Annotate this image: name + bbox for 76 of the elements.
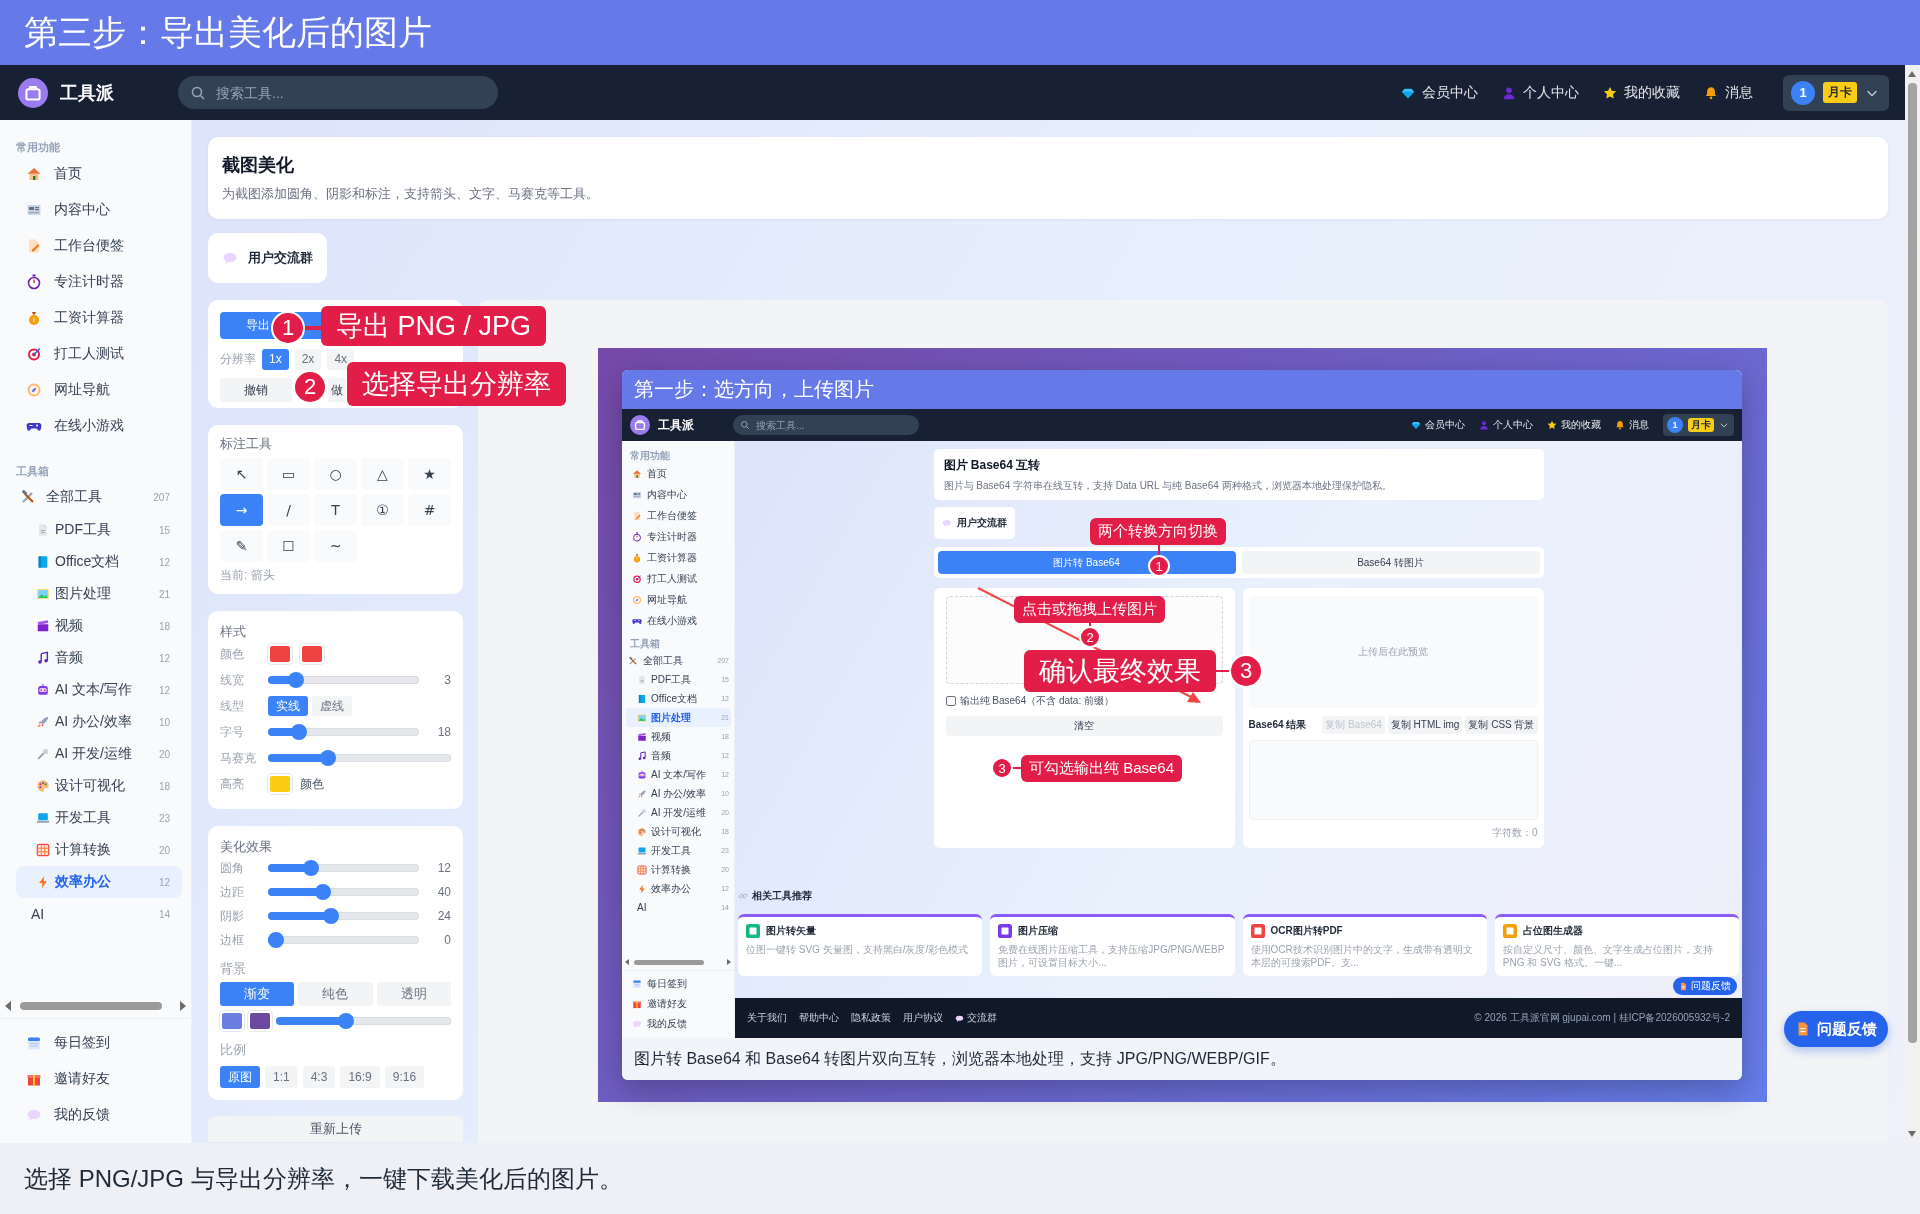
item-count: 20 <box>158 844 170 856</box>
section-heading: 常用功能 <box>15 140 61 155</box>
value-label: 3 <box>443 673 451 687</box>
card-title: 占位图生成器 <box>1522 924 1583 938</box>
value-label: 24 <box>436 909 451 923</box>
item-count: 207 <box>153 491 170 503</box>
item-count: 12 <box>158 876 170 888</box>
callout-tooltip: 导出 PNG / JPG <box>321 306 547 346</box>
plan-label: 月卡 <box>1823 82 1857 103</box>
field-label: 线宽 <box>220 671 245 689</box>
item-count: 18 <box>158 620 170 632</box>
card-title: 图片压缩 <box>1018 924 1059 938</box>
section-heading: 工具箱 <box>629 637 661 651</box>
brand-name: 工具派 <box>658 416 694 434</box>
caption-text: 图片转 Base64 和 Base64 转图片双向互转，浏览器本地处理，支持 JPG/PNG/WEBP/GIF。 <box>634 1048 1286 1069</box>
caption-text: 选择 PNG/JPG 与导出分辨率，一键下载美化后的图片。 <box>24 1163 623 1194</box>
item-count: 15 <box>158 524 170 536</box>
item-count: 21 <box>158 588 170 600</box>
field-label: 分辨率 <box>220 350 256 368</box>
item-count: 18 <box>158 780 170 792</box>
field-label: 字号 <box>220 723 245 741</box>
section-title: 相关工具推荐 <box>752 889 812 903</box>
panel-title: 美化效果 <box>220 838 273 856</box>
avatar: 1 <box>1667 417 1683 433</box>
character-count: 字符数：0 <box>1490 826 1538 840</box>
field-label: 马赛克 <box>220 749 257 767</box>
page-title: 图片 Base64 互转 <box>943 457 1042 474</box>
card-description: 位图一键转 SVG 矢量图，支持黑白/灰度/彩色模式 <box>746 943 970 956</box>
checkbox-label: 输出纯 Base64（不含 data: 前缀） <box>959 694 1114 708</box>
page-description: 为截图添加圆角、阴影和标注，支持箭头、文字、马赛克等工具。 <box>222 185 600 203</box>
field-label: 阴影 <box>220 907 245 925</box>
field-label: 高亮 <box>220 775 245 793</box>
field-label: 边距 <box>220 883 245 901</box>
item-count: 10 <box>158 716 170 728</box>
current-tool: 当前: 箭头 <box>220 567 276 584</box>
card-description: 免费在线图片压缩工具，支持压缩JPG/PNG/WEBP图片，可设置目标大小... <box>998 943 1226 969</box>
section-heading: 工具箱 <box>15 464 50 479</box>
page-description: 图片与 Base64 字符串在线互转，支持 Data URL 与纯 Base64 两种格式，浏览器本地处理保护隐私。 <box>943 479 1393 493</box>
value-label: 40 <box>436 885 451 899</box>
field-label: 颜色 <box>220 645 245 663</box>
plan-label: 月卡 <box>1688 418 1714 432</box>
item-count: 14 <box>158 908 170 920</box>
banner-title: 第三步：导出美化后的图片 <box>24 11 432 53</box>
callout-tooltip: 点击或拖拽上传图片 <box>1014 596 1165 623</box>
field-label: 比例 <box>220 1041 247 1059</box>
item-count: 12 <box>158 556 170 568</box>
callout-tooltip: 可勾选输出纯 Base64 <box>1021 755 1183 782</box>
item-count: 23 <box>158 812 170 824</box>
card-description: 使用OCR技术识别图片中的文字，生成带有透明文本层的可搜索PDF。支... <box>1250 943 1474 969</box>
value-label: 0 <box>443 933 451 947</box>
field-label: 边框 <box>220 931 245 949</box>
value-label: 18 <box>436 725 451 739</box>
callout-tooltip: 确认最终效果 <box>1024 650 1216 692</box>
callout-tooltip: 选择导出分辨率 <box>347 362 566 406</box>
field-label: 圆角 <box>220 859 245 877</box>
page-title: 截图美化 <box>222 154 295 177</box>
item-count: 20 <box>158 748 170 760</box>
banner-title: 第一步：选方向，上传图片 <box>634 377 874 402</box>
item-count: 12 <box>158 684 170 696</box>
field-label: 线型 <box>220 697 245 715</box>
avatar: 1 <box>1791 80 1815 105</box>
placeholder-text: 上传后在此预览 <box>1358 645 1428 659</box>
field-label: 背景 <box>220 960 247 978</box>
copyright-text: © 2026 工具派官网 gjupai.com | 桂ICP备2026005932号-2 <box>1474 1011 1730 1025</box>
panel-title: 样式 <box>220 623 247 641</box>
card-title: OCR图片转PDF <box>1270 924 1343 938</box>
item-count: 12 <box>158 652 170 664</box>
value-label: 12 <box>436 861 451 875</box>
brand-name: 工具派 <box>60 81 114 105</box>
callout-tooltip: 两个转换方向切换 <box>1090 518 1226 545</box>
panel-title: 标注工具 <box>220 435 273 453</box>
card-description: 按自定义尺寸、颜色、文字生成占位图片，支持 PNG 和 SVG 格式。一键... <box>1502 943 1714 969</box>
color-label: 颜色 <box>300 775 324 793</box>
section-heading: 常用功能 <box>629 449 671 463</box>
card-title: 图片转矢量 <box>766 924 816 938</box>
section-title: Base64 结果 <box>1248 718 1307 732</box>
